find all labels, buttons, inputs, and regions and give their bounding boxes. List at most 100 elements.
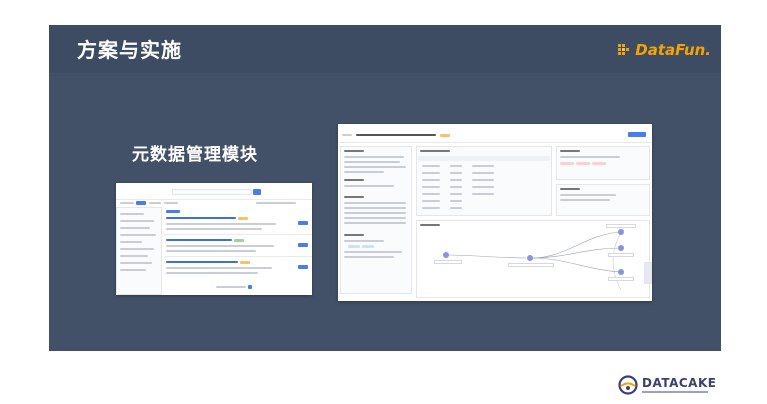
header-divider (338, 142, 652, 143)
result-desc (166, 272, 258, 274)
usage-heading (560, 150, 580, 152)
action-button (628, 132, 646, 137)
sidebar-item (120, 248, 154, 250)
filter-placeholder (256, 202, 296, 204)
history-line (560, 194, 616, 196)
back-link (342, 134, 352, 136)
metadata-detail-screenshot (338, 124, 652, 301)
result-desc (166, 228, 262, 230)
history-line (560, 199, 610, 201)
schema-cell (450, 200, 462, 202)
sidebar-item (120, 227, 150, 229)
schema-cell (450, 179, 462, 181)
result-desc (166, 267, 272, 269)
info-panel (340, 146, 412, 294)
sidebar-item (120, 234, 156, 236)
schema-cell (422, 200, 440, 202)
slide-title: 方案与实施 (77, 38, 182, 62)
lineage-node-label (608, 277, 634, 281)
datafun-wordmark: DataFun. (635, 41, 711, 59)
lineage-node (618, 229, 624, 235)
lineage-node-label (606, 224, 636, 228)
info-line (344, 222, 406, 224)
sidebar-item (120, 262, 152, 264)
lineage-node (618, 245, 624, 251)
lineage-node-label (608, 253, 634, 257)
schema-cell (472, 165, 494, 167)
usage-tag (560, 162, 574, 165)
info-line (344, 171, 384, 173)
slide-header: 方案与实施 DataFun. (49, 25, 721, 73)
result-tag (234, 239, 244, 242)
lineage-node-label (434, 260, 462, 264)
pagination (216, 286, 246, 288)
info-heading (344, 150, 364, 152)
datacake-tagline (642, 391, 708, 393)
table-tag (440, 134, 450, 137)
schema-cell (422, 193, 440, 195)
history-heading (560, 188, 580, 190)
search-bar (172, 189, 252, 195)
result-action-button (298, 221, 308, 225)
usage-tag (576, 162, 590, 165)
result-title (166, 261, 238, 263)
datafun-logo: DataFun. (617, 38, 711, 62)
usage-line (560, 156, 620, 158)
datacake-mark-icon (618, 375, 638, 395)
section-title: 元数据管理模块 (132, 145, 258, 165)
search-button (253, 189, 261, 195)
lineage-edges (445, 231, 622, 291)
schema-cell (422, 179, 440, 181)
schema-cell (472, 179, 494, 181)
info-line (344, 217, 406, 219)
usage-tag (592, 162, 606, 165)
tab-placeholder (149, 202, 161, 204)
datafun-mark-icon (618, 44, 630, 55)
result-count-badge (166, 210, 180, 213)
schema-cell (472, 193, 494, 195)
info-line (344, 166, 406, 168)
lineage-node-label (508, 263, 554, 267)
sidebar-item (120, 241, 142, 243)
lineage-node (443, 252, 449, 258)
result-tag (240, 261, 250, 264)
result-desc (166, 250, 256, 252)
slide-body: 元数据管理模块 (49, 73, 721, 351)
metadata-search-screenshot (116, 183, 312, 295)
schema-cell (422, 186, 440, 188)
info-line (344, 161, 400, 163)
tab-placeholder (120, 202, 134, 204)
result-desc (166, 245, 274, 247)
schema-cell (450, 186, 462, 188)
schema-header-row (418, 156, 550, 161)
info-heading (344, 179, 364, 181)
schema-cell (422, 207, 440, 209)
result-title (166, 217, 236, 219)
info-heading (344, 234, 364, 236)
lineage-node-current (527, 255, 533, 261)
info-line (344, 240, 384, 242)
schema-cell (450, 165, 462, 167)
table-name (356, 134, 436, 136)
info-line (344, 202, 406, 204)
schema-cell (450, 207, 462, 209)
tab-divider (116, 199, 312, 200)
row-divider (164, 256, 312, 257)
info-heading (344, 196, 364, 198)
schema-cell (472, 186, 494, 188)
info-tag (348, 245, 360, 248)
result-action-button (298, 265, 308, 269)
zoom-control (644, 262, 652, 284)
sidebar-item (120, 213, 144, 215)
schema-cell (472, 172, 494, 174)
schema-cell (450, 193, 462, 195)
result-tag (238, 217, 248, 220)
info-tag (362, 245, 374, 248)
schema-cell (422, 165, 440, 167)
schema-cell (422, 172, 440, 174)
datacake-wordmark: DATACAKE (642, 376, 717, 390)
lineage-node (618, 269, 624, 275)
tab-active (136, 201, 146, 205)
result-action-button (298, 243, 308, 247)
info-line (344, 251, 402, 253)
